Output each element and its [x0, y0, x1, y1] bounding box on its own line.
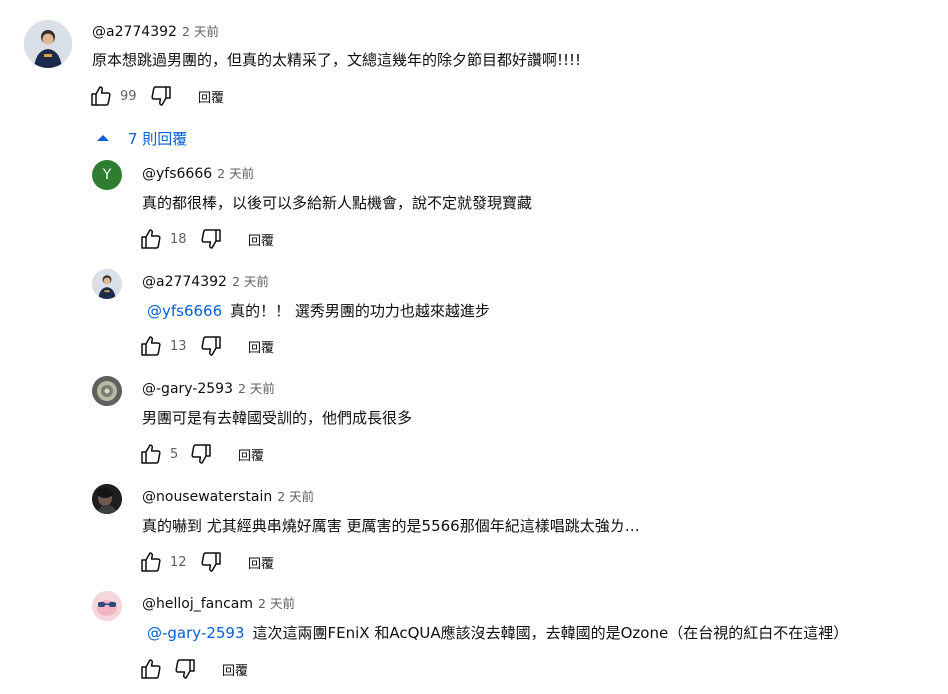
reply-button[interactable]: 回覆 [248, 337, 274, 356]
avatar-letter: Y [102, 167, 112, 183]
avatar[interactable] [24, 20, 72, 68]
comment-actions: 13 回覆 [138, 332, 274, 360]
comment-actions: 18 回覆 [138, 225, 274, 253]
dislike-button[interactable] [198, 549, 224, 575]
thumbs-down-icon [175, 659, 195, 679]
like-count: 5 [170, 446, 179, 462]
reply-comment: Y @yfs6666 2 天前 真的都很棒，以後可以多給新人點機會，說不定就發現寶… [0, 152, 948, 258]
avatar[interactable] [92, 269, 122, 299]
thumbs-up-icon [141, 659, 161, 679]
like-button[interactable] [138, 333, 164, 359]
comment-header: @helloj_fancam 2 天前 [142, 593, 295, 612]
comment-text-body: 真的！！ 選秀男團的功力也越來越進步 [230, 302, 490, 320]
replies-toggle[interactable]: 7 則回覆 [96, 124, 187, 152]
thumbs-up-icon [91, 86, 111, 106]
like-button[interactable] [138, 549, 164, 575]
avatar-emblem-icon [92, 376, 122, 406]
dislike-button[interactable] [188, 441, 214, 467]
comment-text-body: 真的都很棒，以後可以多給新人點機會，說不定就發現寶藏 [142, 194, 533, 212]
like-button[interactable] [88, 83, 114, 109]
thumbs-up-icon [141, 229, 161, 249]
avatar[interactable] [92, 591, 122, 621]
comment-text: 男團可是有去韓國受訓的，他們成長很多 [142, 407, 412, 428]
reply-button[interactable]: 回覆 [238, 445, 264, 464]
comment-header: @a2774392 2 天前 [92, 21, 219, 40]
timestamp[interactable]: 2 天前 [232, 274, 269, 289]
like-button[interactable] [138, 226, 164, 252]
author-name[interactable]: @a2774392 [142, 274, 227, 290]
author-name[interactable]: @-gary-2593 [142, 381, 233, 397]
reply-comment: @nousewaterstain 2 天前 真的嚇到 尤其經典串燒好厲害 更厲害的… [0, 475, 948, 581]
like-button[interactable] [138, 656, 164, 682]
top-comment: @a2774392 2 天前 原本想跳過男團的，但真的太精采了，文總這幾年的除夕節… [0, 0, 948, 120]
dislike-button[interactable] [148, 83, 174, 109]
thumbs-up-icon [141, 444, 161, 464]
thumbs-up-icon [141, 552, 161, 572]
comment-text-body: 真的嚇到 尤其經典串燒好厲害 更厲害的是5566那個年紀這樣唱跳太強ㄌ… [142, 517, 640, 535]
reply-comment: @helloj_fancam 2 天前 @-gary-2593 這次這兩團FEniX… [0, 582, 948, 694]
timestamp[interactable]: 2 天前 [238, 381, 275, 396]
timestamp[interactable]: 2 天前 [277, 489, 314, 504]
like-count: 18 [170, 231, 187, 247]
author-name[interactable]: @helloj_fancam [142, 596, 253, 612]
comment-actions: 12 回覆 [138, 548, 274, 576]
comment-header: @-gary-2593 2 天前 [142, 378, 275, 397]
timestamp[interactable]: 2 天前 [182, 24, 219, 39]
comment-text: @yfs6666 真的！！ 選秀男團的功力也越來越進步 [147, 300, 490, 321]
avatar[interactable] [92, 484, 122, 514]
timestamp[interactable]: 2 天前 [217, 166, 254, 181]
reply-button[interactable]: 回覆 [248, 230, 274, 249]
author-name[interactable]: @nousewaterstain [142, 489, 272, 505]
thumbs-down-icon [191, 444, 211, 464]
avatar-person-icon [92, 269, 122, 299]
comment-text-body: 這次這兩團FEniX 和AcQUA應該沒去韓國，去韓國的是Ozone（在台視的紅… [252, 624, 849, 642]
comment-text: 真的嚇到 尤其經典串燒好厲害 更厲害的是5566那個年紀這樣唱跳太強ㄌ… [142, 515, 640, 536]
author-name[interactable]: @yfs6666 [142, 166, 212, 182]
like-count: 99 [120, 88, 137, 104]
comment-actions: 回覆 [138, 655, 248, 683]
comment-actions: 5 回覆 [138, 440, 264, 468]
thumbs-up-icon [141, 336, 161, 356]
like-count: 13 [170, 338, 187, 354]
avatar[interactable] [92, 376, 122, 406]
reply-comment: @a2774392 2 天前 @yfs6666 真的！！ 選秀男團的功力也越來越進步… [0, 260, 948, 366]
mention-link[interactable]: @-gary-2593 [147, 624, 245, 642]
avatar-character-icon [92, 591, 122, 621]
comment-header: @yfs6666 2 天前 [142, 163, 254, 182]
comment-text: 原本想跳過男團的，但真的太精采了，文總這幾年的除夕節目都好讚啊!!!! [92, 51, 582, 69]
thumbs-down-icon [201, 552, 221, 572]
reply-button[interactable]: 回覆 [198, 87, 224, 106]
dislike-button[interactable] [198, 226, 224, 252]
avatar-photo-icon [92, 484, 122, 514]
like-count: 12 [170, 554, 187, 570]
author-name[interactable]: @a2774392 [92, 24, 177, 40]
comment-actions: 99 回覆 [88, 82, 224, 110]
avatar[interactable]: Y [92, 160, 122, 190]
avatar-person-icon [24, 20, 72, 68]
like-button[interactable] [138, 441, 164, 467]
timestamp[interactable]: 2 天前 [258, 596, 295, 611]
thumbs-down-icon [201, 336, 221, 356]
comment-text: @-gary-2593 這次這兩團FEniX 和AcQUA應該沒去韓國，去韓國的是… [147, 622, 848, 643]
comment-header: @a2774392 2 天前 [142, 271, 269, 290]
thumbs-down-icon [151, 86, 171, 106]
comment-text: 真的都很棒，以後可以多給新人點機會，說不定就發現寶藏 [142, 192, 532, 213]
chevron-up-icon [97, 135, 109, 141]
reply-button[interactable]: 回覆 [222, 660, 248, 679]
thumbs-down-icon [201, 229, 221, 249]
reply-button[interactable]: 回覆 [248, 553, 274, 572]
reply-comment: @-gary-2593 2 天前 男團可是有去韓國受訓的，他們成長很多 5 回覆 [0, 367, 948, 473]
dislike-button[interactable] [198, 333, 224, 359]
comment-header: @nousewaterstain 2 天前 [142, 486, 314, 505]
dislike-button[interactable] [172, 656, 198, 682]
comment-text-body: 男團可是有去韓國受訓的，他們成長很多 [142, 409, 413, 427]
replies-toggle-label: 7 則回覆 [128, 129, 188, 148]
mention-link[interactable]: @yfs6666 [147, 302, 222, 320]
